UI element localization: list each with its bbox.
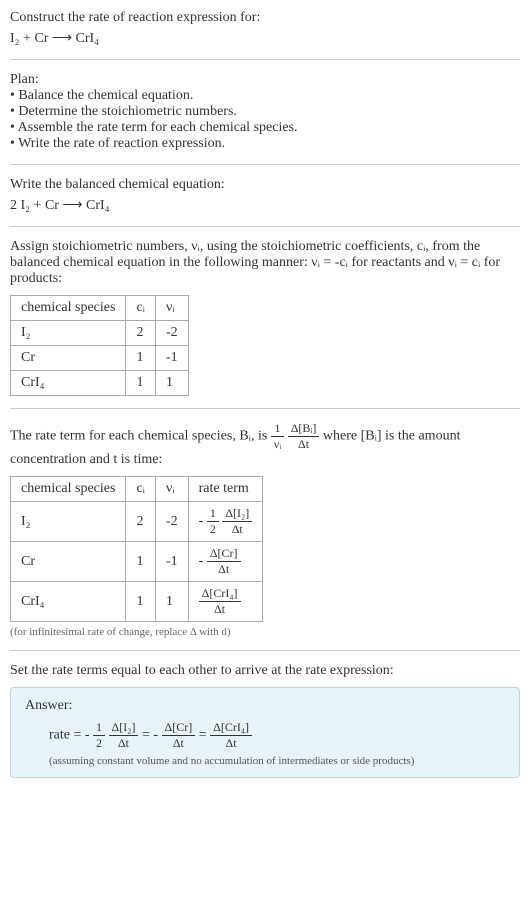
section-construct: Construct the rate of reaction expressio… (10, 10, 520, 60)
answer-box: Answer: rate = - 12 Δ[I₂]Δt = - Δ[Cr]Δt … (10, 687, 520, 778)
rateterm-note: (for infinitesimal rate of change, repla… (10, 626, 520, 638)
table-row: CrI₄ 1 1 Δ[CrI₄]Δt (11, 582, 263, 622)
construct-title: Construct the rate of reaction expressio… (10, 10, 520, 26)
col-header: chemical species (11, 477, 126, 502)
balanced-equation: 2 I₂ + Cr ⟶ CrI₄ (10, 197, 520, 214)
rateterm-intro-1: The rate term for each chemical species,… (10, 429, 271, 444)
answer-expression: rate = - 12 Δ[I₂]Δt = - Δ[Cr]Δt = Δ[CrI₄… (25, 720, 505, 751)
col-header: νᵢ (155, 296, 188, 321)
cell: 1 (126, 346, 156, 371)
cell-rate: - 12 Δ[I₂]Δt (188, 502, 263, 542)
cell: 1 (126, 371, 156, 396)
cell: Cr (11, 542, 126, 582)
section-stoich: Assign stoichiometric numbers, νᵢ, using… (10, 239, 520, 409)
cell: 1 (126, 582, 156, 622)
plan-item: • Write the rate of reaction expression. (10, 136, 520, 152)
plan-title: Plan: (10, 72, 520, 88)
cell: 1 (155, 371, 188, 396)
table-row: CrI₄ 1 1 (11, 371, 189, 396)
col-header: νᵢ (155, 477, 188, 502)
cell-rate: Δ[CrI₄]Δt (188, 582, 263, 622)
plan-item: • Determine the stoichiometric numbers. (10, 104, 520, 120)
cell-rate: - Δ[Cr]Δt (188, 542, 263, 582)
cell: I₂ (11, 502, 126, 542)
section-rateterm: The rate term for each chemical species,… (10, 421, 520, 651)
col-header: cᵢ (126, 477, 156, 502)
table-row: chemical species cᵢ νᵢ rate term (11, 477, 263, 502)
table-row: chemical species cᵢ νᵢ (11, 296, 189, 321)
frac-one-over-nu: 1νᵢ (271, 421, 284, 452)
table-row: I₂ 2 -2 - 12 Δ[I₂]Δt (11, 502, 263, 542)
cell: -2 (155, 321, 188, 346)
col-header: chemical species (11, 296, 126, 321)
table-row: I₂ 2 -2 (11, 321, 189, 346)
rateterm-intro: The rate term for each chemical species,… (10, 421, 520, 468)
stoich-table: chemical species cᵢ νᵢ I₂ 2 -2 Cr 1 -1 C… (10, 295, 189, 396)
cell: -1 (155, 542, 188, 582)
answer-note: (assuming constant volume and no accumul… (25, 755, 505, 767)
cell: -1 (155, 346, 188, 371)
cell: -2 (155, 502, 188, 542)
answer-label: Answer: (25, 698, 505, 714)
balanced-title: Write the balanced chemical equation: (10, 177, 520, 193)
cell: CrI₄ (11, 582, 126, 622)
plan-item: • Assemble the rate term for each chemic… (10, 120, 520, 136)
section-balanced: Write the balanced chemical equation: 2 … (10, 177, 520, 227)
col-header: rate term (188, 477, 263, 502)
col-header: cᵢ (126, 296, 156, 321)
frac-delta-b: Δ[Bᵢ]Δt (288, 421, 320, 452)
cell: 1 (126, 542, 156, 582)
cell: Cr (11, 346, 126, 371)
cell: I₂ (11, 321, 126, 346)
cell: 2 (126, 321, 156, 346)
table-row: Cr 1 -1 - Δ[Cr]Δt (11, 542, 263, 582)
stoich-intro: Assign stoichiometric numbers, νᵢ, using… (10, 239, 520, 287)
plan-item: • Balance the chemical equation. (10, 88, 520, 104)
final-intro: Set the rate terms equal to each other t… (10, 663, 520, 679)
construct-equation: I₂ + Cr ⟶ CrI₄ (10, 30, 520, 47)
rateterm-table: chemical species cᵢ νᵢ rate term I₂ 2 -2… (10, 476, 263, 622)
cell: 2 (126, 502, 156, 542)
cell: CrI₄ (11, 371, 126, 396)
cell: 1 (155, 582, 188, 622)
section-plan: Plan: • Balance the chemical equation. •… (10, 72, 520, 165)
table-row: Cr 1 -1 (11, 346, 189, 371)
section-final: Set the rate terms equal to each other t… (10, 663, 520, 778)
